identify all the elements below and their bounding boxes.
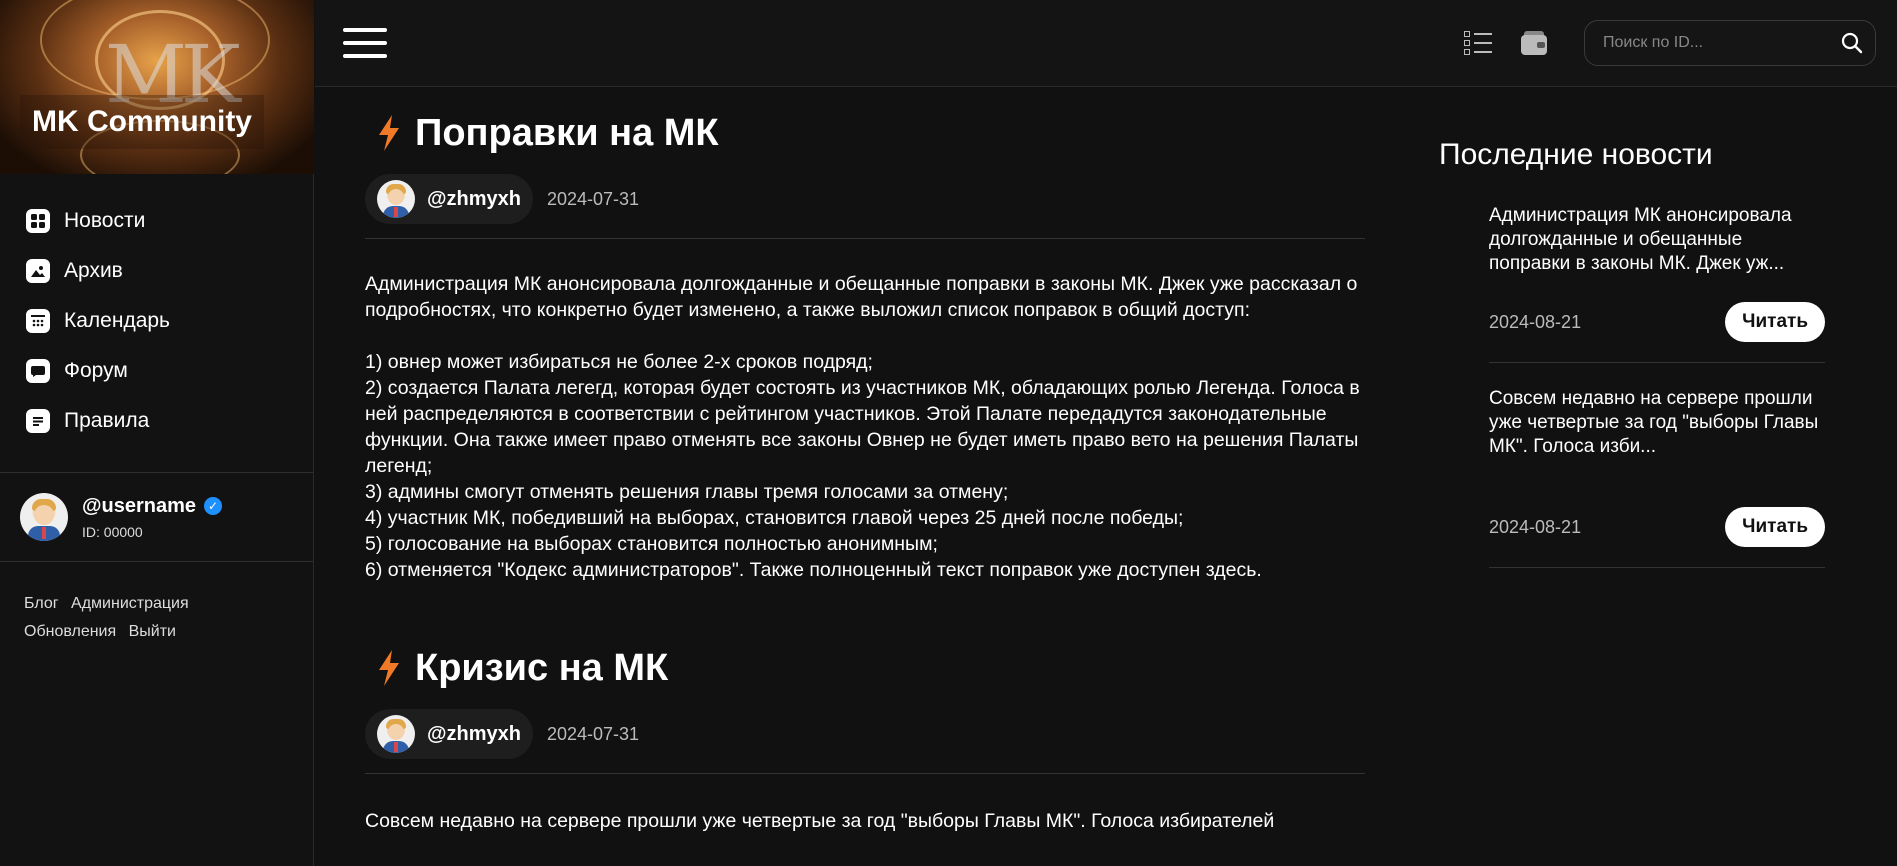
sidebar-item-label: Правила [64,409,150,432]
article-paragraph: Администрация МК анонсировала долгожданн… [365,273,1358,321]
news-date: 2024-08-21 [1489,516,1582,537]
sidebar-item-rules[interactable]: Правила [0,396,313,446]
author-name: @zhmyxh [427,187,521,210]
article-feed: Поправки на МК @zhmyxh 2024-07-31 Админи… [365,88,1365,866]
link-updates[interactable]: Обновления [24,623,116,640]
sidebar-item-label: Календарь [64,309,170,332]
news-excerpt[interactable]: Совсем недавно на сервере прошли уже чет… [1489,387,1825,507]
lightning-icon [379,650,399,686]
sidebar-item-label: Архив [64,259,123,282]
sidebar: MK MK Community Новости Архив Календарь [0,0,314,866]
latest-news-heading: Последние новости [1439,138,1713,171]
article-meta: @zhmyxh 2024-07-31 [365,174,1365,224]
grid-icon [26,209,50,233]
search-box [1584,20,1876,66]
chat-icon [26,359,50,383]
search-input[interactable] [1585,21,1825,65]
menu-icon[interactable] [343,28,387,58]
verified-badge-icon: ✓ [204,497,222,515]
article-divider [365,773,1365,774]
news-footer: 2024-08-21 Читать [1489,302,1825,342]
avatar [377,715,415,753]
news-item: Совсем недавно на сервере прошли уже чет… [1489,387,1825,568]
community-banner[interactable]: MK MK Community [0,0,314,174]
sidebar-item-label: Новости [64,209,146,232]
read-button[interactable]: Читать [1725,507,1825,547]
profile-username: @username ✓ [82,495,222,518]
news-date: 2024-08-21 [1489,311,1582,332]
article-title-text: Поправки на МК [415,111,719,154]
sidebar-item-news[interactable]: Новости [0,196,313,246]
link-logout[interactable]: Выйти [129,623,176,640]
article-date: 2024-07-31 [546,188,640,209]
avatar [20,493,68,541]
article-divider [365,238,1365,239]
author-name: @zhmyxh [427,722,521,745]
news-item: Администрация МК анонсировала долгожданн… [1489,204,1825,363]
sidebar-nav: Новости Архив Календарь Форум Правила [0,174,313,446]
banner-title: MK Community [20,95,264,149]
link-blog[interactable]: Блог [24,595,59,612]
list-view-icon[interactable] [1464,30,1492,56]
author-chip[interactable]: @zhmyxh [365,709,533,759]
article-date: 2024-07-31 [546,723,640,744]
search-icon[interactable] [1841,32,1863,54]
article-title-text: Кризис на МК [415,646,669,689]
article-body: Совсем недавно на сервере прошли уже чет… [365,808,1365,834]
lightning-icon [379,115,399,151]
article-paragraph: Совсем недавно на сервере прошли уже чет… [365,810,1275,832]
profile-info: @username ✓ ID: 00000 [82,495,222,540]
document-icon [26,409,50,433]
author-chip[interactable]: @zhmyxh [365,174,533,224]
sidebar-item-label: Форум [64,359,128,382]
image-icon [26,259,50,283]
news-footer: 2024-08-21 Читать [1489,507,1825,547]
username-text: @username [82,494,196,517]
calendar-icon [26,309,50,333]
latest-news: Последние новости Администрация МК анонс… [1439,138,1829,568]
sidebar-item-calendar[interactable]: Календарь [0,296,313,346]
news-excerpt[interactable]: Администрация МК анонсировала долгожданн… [1489,204,1825,302]
user-profile[interactable]: @username ✓ ID: 00000 [0,473,313,561]
wallet-icon[interactable] [1521,31,1547,55]
article-title[interactable]: Кризис на МК [365,623,1365,699]
sidebar-footer-links: Блог Администрация Обновления Выйти [0,562,313,646]
article: Кризис на МК @zhmyxh 2024-07-31 Совсем н… [365,623,1365,834]
sidebar-item-archive[interactable]: Архив [0,246,313,296]
link-administration[interactable]: Администрация [71,595,189,612]
read-button[interactable]: Читать [1725,302,1825,342]
avatar [377,180,415,218]
profile-id: ID: 00000 [82,523,143,540]
sidebar-item-forum[interactable]: Форум [0,346,313,396]
article-paragraph: 1) овнер может избираться не более 2-х с… [365,351,1360,581]
top-bar [315,0,1897,87]
article-body: Администрация МК анонсировала долгожданн… [365,271,1365,583]
article-title[interactable]: Поправки на МК [365,88,1365,164]
article: Поправки на МК @zhmyxh 2024-07-31 Админи… [365,88,1365,583]
article-meta: @zhmyxh 2024-07-31 [365,709,1365,759]
